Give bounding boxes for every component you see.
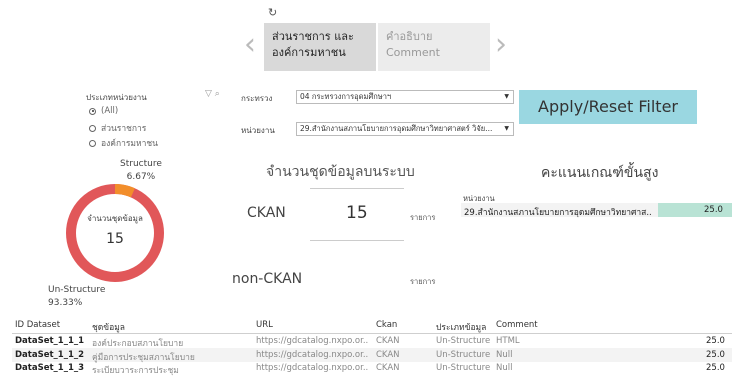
ministry-label: กระทรวง: [241, 94, 273, 103]
ckan-unit: รายการ: [410, 213, 436, 222]
radio-option-label: ส่วนราชการ: [101, 124, 147, 134]
tab-agencies[interactable]: ส่วนราชการ และ องค์การมหาชน: [264, 23, 376, 71]
search-icon[interactable]: ⌕: [215, 89, 220, 99]
ministry-select-value: 04 กระทรวงการอุดมศึกษาฯ: [300, 92, 392, 101]
advanced-score-title: คะแนนเกณฑ์ขั้นสูง: [541, 165, 659, 181]
donut-center-label: จำนวนชุดข้อมูล: [87, 214, 143, 223]
cell-score: 25.0: [706, 363, 725, 373]
structure-label: Structure 6.67%: [120, 158, 162, 184]
unstructure-percentage: 93.33%: [48, 298, 83, 308]
tab-agencies-line2: องค์การมหาชน: [272, 46, 346, 59]
radio-unselected-icon: [89, 124, 96, 132]
unstructure-label-text: Un-Structure: [48, 285, 106, 295]
structure-label-text: Structure: [120, 159, 162, 169]
radio-option-label: (All): [101, 106, 119, 116]
cell-score: 25.0: [706, 350, 725, 360]
cell-id: DataSet_1_1_3: [15, 363, 85, 373]
radio-option-label: องค์การมหาชน: [101, 139, 158, 149]
cell-comment: Null: [496, 350, 513, 360]
cell-url[interactable]: https://gdcatalog.nxpo.or..: [256, 350, 376, 360]
radio-option-all[interactable]: (All): [89, 106, 118, 116]
tab-agencies-line1: ส่วนราชการ และ: [272, 30, 354, 43]
column-header-comment[interactable]: Comment: [496, 320, 538, 330]
donut-center-value: 15: [106, 231, 124, 247]
dropdown-caret-icon: ▼: [504, 93, 509, 100]
ckan-count: 15: [346, 203, 368, 223]
refresh-icon[interactable]: ↻: [268, 6, 277, 19]
cell-ckan: CKAN: [376, 336, 400, 346]
cell-type: Un-Structure: [436, 336, 491, 346]
column-header-id[interactable]: ID Dataset: [15, 320, 60, 330]
unit-label: หน่วยงาน: [241, 126, 275, 135]
cell-url[interactable]: https://gdcatalog.nxpo.or..: [256, 336, 376, 346]
tab-comment[interactable]: คำอธิบาย Comment: [378, 23, 490, 71]
divider: [310, 188, 404, 189]
radio-option-government[interactable]: ส่วนราชการ: [89, 121, 146, 135]
dataset-count-title: จำนวนชุดข้อมูลบนระบบ: [266, 164, 415, 180]
filter-funnel-icon[interactable]: ▽: [205, 89, 212, 99]
apply-reset-filter-button[interactable]: Apply/Reset Filter: [519, 90, 697, 124]
column-header-dataset[interactable]: ชุดข้อมูล: [92, 320, 125, 334]
non-ckan-label: non-CKAN: [232, 271, 303, 287]
score-row-agency: 29.สำนักงานสภานโยบายการอุดมศึกษาวิทยาศาส…: [464, 208, 652, 218]
cell-url[interactable]: https://gdcatalog.nxpo.or..: [256, 363, 376, 373]
column-header-type[interactable]: ประเภทข้อมูล: [436, 320, 486, 334]
agency-type-filter-title: ประเภทหน่วยงาน: [86, 93, 147, 102]
ckan-label: CKAN: [247, 205, 286, 221]
score-row-value: 25.0: [704, 205, 723, 215]
column-header-url[interactable]: URL: [256, 320, 273, 330]
cell-id: DataSet_1_1_1: [15, 336, 85, 346]
column-header-ckan[interactable]: Ckan: [376, 320, 397, 330]
cell-comment: Null: [496, 363, 513, 373]
ministry-select[interactable]: 04 กระทรวงการอุดมศึกษาฯ ▼: [296, 90, 514, 104]
cell-id: DataSet_1_1_2: [15, 350, 85, 360]
table-row[interactable]: DataSet_1_1_3 ระเบียบวาระการประชุม https…: [12, 361, 732, 376]
dropdown-caret-icon: ▼: [504, 125, 509, 132]
divider: [310, 240, 404, 241]
next-story-arrow-icon[interactable]: ›: [495, 30, 513, 64]
unstructure-label: Un-Structure 93.33%: [48, 284, 105, 310]
table-row[interactable]: DataSet_1_1_2 คู่มือการประชุมสภานโยบาย h…: [12, 348, 732, 363]
non-ckan-unit: รายการ: [410, 277, 436, 286]
previous-story-arrow-icon[interactable]: ‹: [244, 30, 262, 64]
filter-controls: ▽ ⌕: [205, 89, 220, 99]
cell-score: 25.0: [706, 336, 725, 346]
table-row[interactable]: DataSet_1_1_1 องค์ประกอบสภานโยบาย https:…: [12, 334, 732, 349]
cell-type: Un-Structure: [436, 350, 491, 360]
tab-comment-line2: Comment: [386, 46, 440, 59]
cell-type: Un-Structure: [436, 363, 491, 373]
cell-ckan: CKAN: [376, 363, 400, 373]
tab-comment-line1: คำอธิบาย: [386, 30, 433, 43]
cell-ckan: CKAN: [376, 350, 400, 360]
radio-option-public-org[interactable]: องค์การมหาชน: [89, 136, 158, 150]
unit-select[interactable]: 29.สำนักงานสภานโยบายการอุดมศึกษาวิทยาศาส…: [296, 122, 514, 136]
radio-unselected-icon: [89, 139, 96, 147]
unit-select-value: 29.สำนักงานสภานโยบายการอุดมศึกษาวิทยาศาส…: [300, 124, 493, 133]
cell-comment: HTML: [496, 336, 520, 346]
radio-selected-icon: [89, 107, 96, 115]
